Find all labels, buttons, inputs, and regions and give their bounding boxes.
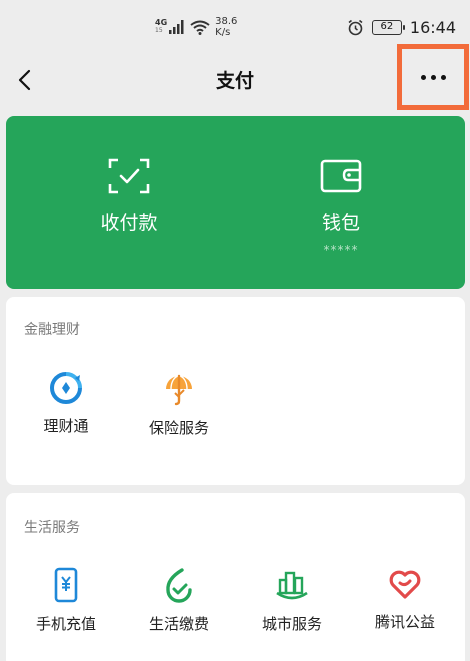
wallet-icon xyxy=(320,159,362,193)
finance-section: 金融理财 理财通 保险服务 xyxy=(6,297,465,485)
life-item-phone-recharge[interactable]: 手机充值 xyxy=(11,567,121,634)
speed-value: 38.6 xyxy=(215,16,238,27)
wallet-balance: ***** xyxy=(323,243,359,257)
utility-payment-icon xyxy=(166,568,192,603)
wifi-icon xyxy=(190,20,210,35)
network-speed: 38.6 K/s xyxy=(215,16,237,38)
city-services-icon xyxy=(276,571,308,600)
status-center: 4G 15 38.6 K/s xyxy=(155,14,237,40)
battery-indicator: 62 xyxy=(371,19,405,35)
network-sub: 15 xyxy=(155,27,163,34)
insurance-umbrella-icon xyxy=(166,374,192,406)
status-right: 62 16:44 xyxy=(347,16,456,38)
life-item-label: 生活缴费 xyxy=(148,615,209,633)
life-item-label: 城市服务 xyxy=(261,615,322,633)
network-indicator: 4G 15 xyxy=(155,19,167,35)
clock: 16:44 xyxy=(409,17,456,37)
collect-pay-button[interactable]: 收付款 xyxy=(29,116,229,235)
signal-icon xyxy=(169,20,184,34)
collect-pay-label: 收付款 xyxy=(100,212,158,234)
finance-item-insurance[interactable]: 保险服务 xyxy=(124,371,234,438)
more-dots-icon xyxy=(420,74,446,80)
life-section: 生活服务 手机充值 生活缴费 城市服务 腾讯公益 xyxy=(6,493,465,661)
finance-item-label: 保险服务 xyxy=(148,419,209,437)
phone-recharge-icon xyxy=(54,567,78,603)
finance-section-title: 金融理财 xyxy=(24,322,80,338)
life-item-label: 手机充值 xyxy=(35,615,96,633)
licaitong-icon xyxy=(50,372,82,404)
charity-heart-icon xyxy=(389,570,421,599)
life-section-title: 生活服务 xyxy=(24,520,80,536)
life-item-label: 腾讯公益 xyxy=(374,613,435,631)
speed-unit: K/s xyxy=(215,27,231,38)
life-item-utility[interactable]: 生活缴费 xyxy=(124,567,234,634)
finance-item-licaitong[interactable]: 理财通 xyxy=(11,371,121,436)
pay-card: 收付款 钱包 ***** xyxy=(6,116,465,289)
wallet-button[interactable]: 钱包 ***** xyxy=(241,116,441,257)
scan-check-icon xyxy=(108,158,150,194)
wallet-label: 钱包 xyxy=(321,212,360,234)
finance-item-label: 理财通 xyxy=(43,417,89,435)
life-item-charity[interactable]: 腾讯公益 xyxy=(350,567,460,632)
life-item-city[interactable]: 城市服务 xyxy=(237,567,347,634)
more-button[interactable] xyxy=(397,44,469,110)
network-type: 4G xyxy=(155,18,168,27)
alarm-icon xyxy=(348,19,363,35)
